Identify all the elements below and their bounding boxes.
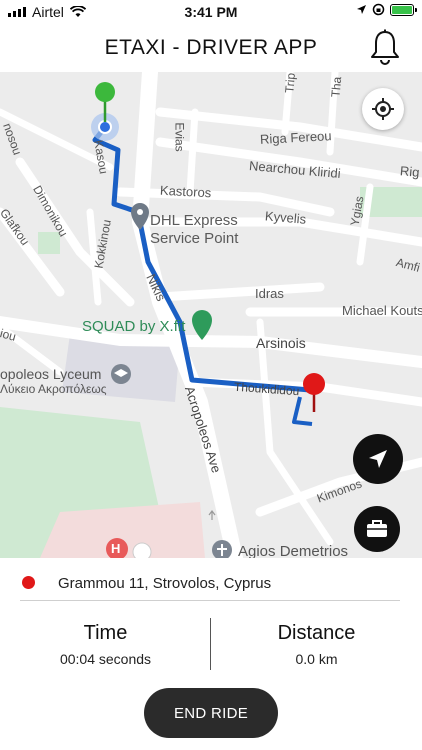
status-right bbox=[356, 3, 417, 16]
current-location-dot bbox=[98, 120, 112, 134]
street-label: Idras bbox=[255, 286, 284, 301]
notification-bell-icon[interactable] bbox=[368, 28, 402, 66]
destination-row: Grammou 11, Strovolos, Cyprus bbox=[20, 568, 400, 601]
time-value: 00:04 seconds bbox=[59, 651, 152, 667]
map-view[interactable]: Riga Fereou Nearchou Kliridi Kastoros Ky… bbox=[0, 72, 422, 558]
street-label: Trip bbox=[282, 72, 298, 94]
dhl-label-line1: DHL Express bbox=[150, 212, 238, 229]
agios-demetrios-label: Agios Demetrios bbox=[238, 543, 349, 558]
street-label: Kastoros bbox=[159, 182, 212, 201]
navigate-button[interactable] bbox=[353, 434, 403, 484]
road-idras bbox=[155, 282, 325, 302]
squad-label: SQUAD by X.fit bbox=[82, 318, 186, 335]
distance-stat: Distance 0.0 km bbox=[211, 612, 422, 667]
dhl-label-line2: Service Point bbox=[150, 230, 239, 247]
lyceum-label-line1: opoleos Lyceum bbox=[0, 366, 102, 382]
start-pin bbox=[95, 82, 115, 102]
road-arrow bbox=[208, 510, 216, 520]
briefcase-icon bbox=[367, 520, 387, 537]
street-label: Arsinois bbox=[256, 335, 306, 351]
trip-details-button[interactable] bbox=[354, 506, 400, 552]
time-stat: Time 00:04 seconds bbox=[0, 612, 211, 667]
distance-label: Distance bbox=[277, 622, 356, 644]
app-header: ETAXI - DRIVER APP bbox=[0, 24, 422, 70]
location-arrow-icon bbox=[357, 5, 366, 14]
route-end bbox=[292, 396, 313, 426]
street-label: Rig bbox=[399, 163, 421, 180]
end-ride-button[interactable]: END RIDE bbox=[144, 688, 278, 738]
lyceum-label-line2: Λύκειο Ακροπόλεως bbox=[0, 382, 107, 396]
navigation-arrow-icon bbox=[369, 450, 387, 468]
hospital-letter: H bbox=[111, 541, 121, 556]
status-bar: Airtel 3:41 PM bbox=[0, 0, 422, 24]
distance-value: 0.0 km bbox=[295, 651, 338, 667]
app-title: ETAXI - DRIVER APP bbox=[104, 36, 318, 59]
destination-pin bbox=[303, 373, 325, 395]
street-label: Evias bbox=[172, 122, 187, 152]
destination-address: Grammou 11, Strovolos, Cyprus bbox=[58, 575, 272, 592]
destination-dot-icon bbox=[22, 576, 35, 589]
battery-icon bbox=[390, 3, 417, 16]
road-kastoros bbox=[115, 187, 335, 217]
rotation-lock-icon bbox=[372, 3, 385, 16]
road-arsinois bbox=[0, 316, 422, 368]
road-evias bbox=[186, 108, 199, 196]
street-label: Tha bbox=[328, 76, 345, 98]
crosshair-icon bbox=[372, 98, 394, 120]
time-label: Time bbox=[83, 622, 128, 644]
ride-stats: Time 00:04 seconds Distance 0.0 km bbox=[0, 612, 422, 672]
street-label: Michael Kouts bbox=[342, 303, 422, 318]
locate-me-button[interactable] bbox=[362, 88, 404, 130]
